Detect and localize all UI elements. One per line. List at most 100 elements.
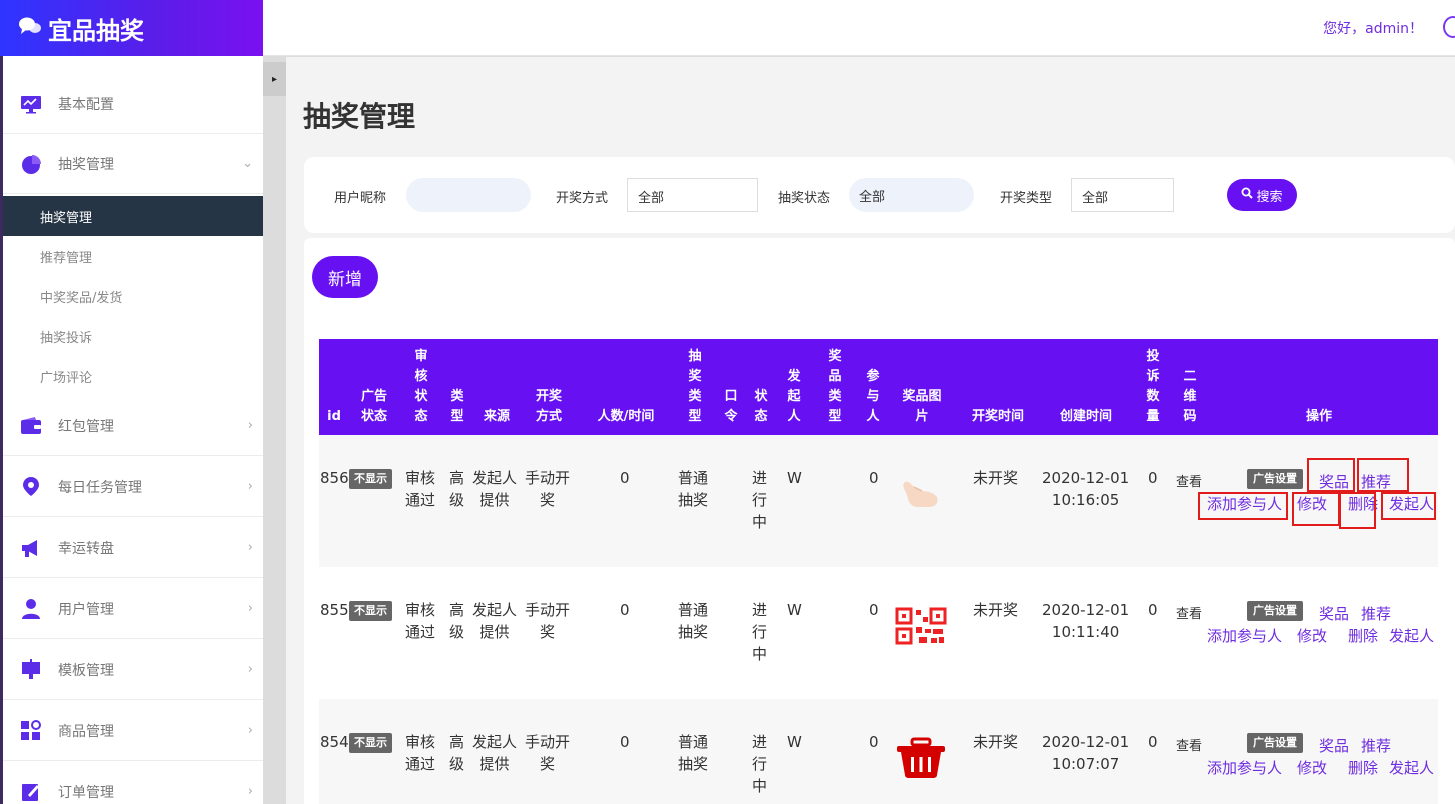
ad-status-badge: 不显示: [349, 469, 392, 489]
add-button[interactable]: 新增: [312, 256, 378, 298]
ad-settings-button[interactable]: 广告设置: [1247, 469, 1303, 489]
sidebar-item-users[interactable]: 用户管理 ›: [3, 579, 263, 639]
highlight-box: [1307, 458, 1355, 492]
cell-created: 2020-12-01 10:16:05: [1042, 469, 1130, 509]
search-button-label: 搜索: [1256, 189, 1283, 205]
grid-shapes-icon: [20, 719, 42, 742]
th-participants: 参 与 人: [866, 369, 880, 424]
cell-open-time: 未开奖: [973, 469, 1019, 487]
cell-status: 进 行 中: [752, 469, 768, 531]
cell-people: 0: [620, 469, 630, 487]
cell-source: 发起人 提供: [472, 469, 518, 509]
sidebar-subitem-complaints[interactable]: 抽奖投诉: [3, 316, 263, 356]
sidebar-item-lucky-wheel[interactable]: 幸运转盘 ›: [3, 518, 263, 578]
th-qrcode: 二 维 码: [1183, 369, 1197, 424]
highlight-box: [1198, 492, 1288, 520]
sidebar-subitem-lottery-manage[interactable]: 抽奖管理: [3, 196, 263, 236]
sidebar-item-products[interactable]: 商品管理 ›: [3, 701, 263, 761]
cell-method: 手动开 奖: [525, 601, 571, 641]
search-button[interactable]: 搜索: [1227, 179, 1297, 211]
search-icon: [1241, 187, 1254, 203]
top-bar: 您好，admin！: [263, 0, 1455, 56]
cell-open-time: 未开奖: [973, 601, 1019, 619]
sidebar-toggle-button[interactable]: ▸: [263, 62, 286, 96]
lottery-status-select[interactable]: 全部: [849, 178, 974, 212]
th-status: 状 态: [754, 389, 768, 424]
app-logo: 宜品抽奖: [0, 0, 263, 56]
sidebar-subitem-recommend[interactable]: 推荐管理: [3, 236, 263, 276]
highlight-box: [1292, 492, 1340, 526]
table-header: id 广告 状态 审 核 状 态 类 型 来源 开奖 方式 人数/时间 抽 奖 …: [319, 339, 1438, 435]
chevron-right-icon: ›: [247, 784, 253, 799]
sidebar-item-label: 订单管理: [58, 784, 114, 801]
delete-link[interactable]: 删除: [1348, 625, 1378, 646]
sidebar-item-label: 红包管理: [58, 418, 114, 435]
initiator-link[interactable]: 发起人: [1389, 625, 1434, 646]
view-qrcode-link[interactable]: 查看: [1176, 603, 1202, 622]
sidebar-item-daily-tasks[interactable]: 每日任务管理 ›: [3, 457, 263, 517]
board-icon: [20, 658, 42, 681]
cell-initiator: W: [787, 733, 802, 751]
sidebar-item-templates[interactable]: 模板管理 ›: [3, 640, 263, 700]
qr-code-icon: [891, 597, 951, 655]
sidebar-item-label: 幸运转盘: [58, 540, 114, 557]
sidebar-item-label: 每日任务管理: [58, 479, 142, 496]
user-greeting[interactable]: 您好，admin！: [1323, 18, 1423, 38]
open-method-select[interactable]: 全部: [627, 178, 758, 212]
sidebar-item-lottery[interactable]: 抽奖管理 ⌄: [3, 134, 263, 194]
th-open-time: 开奖时间: [971, 409, 1024, 424]
sidebar-item-red-packet[interactable]: 红包管理 ›: [3, 396, 263, 456]
initiator-link[interactable]: 发起人: [1389, 757, 1434, 778]
cell-people: 0: [620, 601, 630, 619]
ad-settings-button[interactable]: 广告设置: [1247, 733, 1303, 753]
add-participant-link[interactable]: 添加参与人: [1207, 757, 1282, 778]
add-participant-link[interactable]: 添加参与人: [1207, 625, 1282, 646]
cell-participants: 0: [869, 469, 879, 487]
filter-bar: 用户昵称 开奖方式 全部 抽奖状态 全部 开奖类型 全部 搜索: [304, 157, 1455, 233]
edit-link[interactable]: 修改: [1297, 625, 1327, 646]
view-qrcode-link[interactable]: 查看: [1176, 471, 1202, 490]
nickname-input[interactable]: [406, 178, 531, 212]
sidebar-item-basic-config[interactable]: 基本配置: [3, 74, 263, 134]
ad-status-badge: 不显示: [349, 733, 392, 753]
sidebar: 基本配置 抽奖管理 ⌄ 抽奖管理 推荐管理 中奖奖品/发货 抽奖投诉 广场评论 …: [0, 56, 263, 804]
ad-settings-button[interactable]: 广告设置: [1247, 601, 1303, 621]
view-qrcode-link[interactable]: 查看: [1176, 735, 1202, 754]
cell-status: 进 行 中: [752, 733, 768, 795]
th-review-status: 审 核 状 态: [414, 349, 428, 424]
cell-type: 高 级: [449, 601, 465, 641]
cell-id: 856: [320, 469, 349, 487]
chat-bubbles-icon: [18, 16, 42, 41]
sidebar-subitem-prize-shipping[interactable]: 中奖奖品/发货: [3, 276, 263, 316]
th-complaints: 投 诉 数 量: [1146, 349, 1160, 424]
th-actions: 操作: [1305, 409, 1332, 424]
sidebar-item-orders[interactable]: 订单管理 ›: [3, 762, 263, 804]
prize-link[interactable]: 奖品: [1319, 603, 1349, 624]
location-pin-icon: [20, 476, 42, 498]
th-created-time: 创建时间: [1059, 409, 1112, 424]
page-title: 抽奖管理: [303, 100, 416, 133]
chevron-right-icon: ›: [247, 540, 253, 555]
megaphone-icon: [20, 537, 42, 559]
chevron-right-icon: ›: [247, 662, 253, 677]
cell-people: 0: [620, 733, 630, 751]
main-content: 抽奖管理 用户昵称 开奖方式 全部 抽奖状态 全部 开奖类型 全部 搜索 新增 …: [286, 57, 1455, 804]
edit-icon: [20, 781, 42, 803]
cell-lottery-type: 普通 抽奖: [678, 733, 709, 773]
open-type-select[interactable]: 全部: [1071, 178, 1174, 212]
sidebar-item-label: 基本配置: [58, 96, 114, 113]
cell-initiator: W: [787, 601, 802, 619]
th-type: 类 型: [450, 389, 464, 424]
cell-created: 2020-12-01 10:11:40: [1042, 601, 1130, 641]
sidebar-subitem-square-comments[interactable]: 广场评论: [3, 356, 263, 396]
ad-status-badge: 不显示: [349, 601, 392, 621]
edit-link[interactable]: 修改: [1297, 757, 1327, 778]
prize-link[interactable]: 奖品: [1319, 735, 1349, 756]
cell-open-time: 未开奖: [973, 733, 1019, 751]
delete-link[interactable]: 删除: [1348, 757, 1378, 778]
recommend-link[interactable]: 推荐: [1361, 603, 1391, 624]
cell-type: 高 级: [449, 469, 465, 509]
recommend-link[interactable]: 推荐: [1361, 735, 1391, 756]
cell-participants: 0: [869, 601, 879, 619]
user-avatar[interactable]: [1443, 16, 1455, 38]
